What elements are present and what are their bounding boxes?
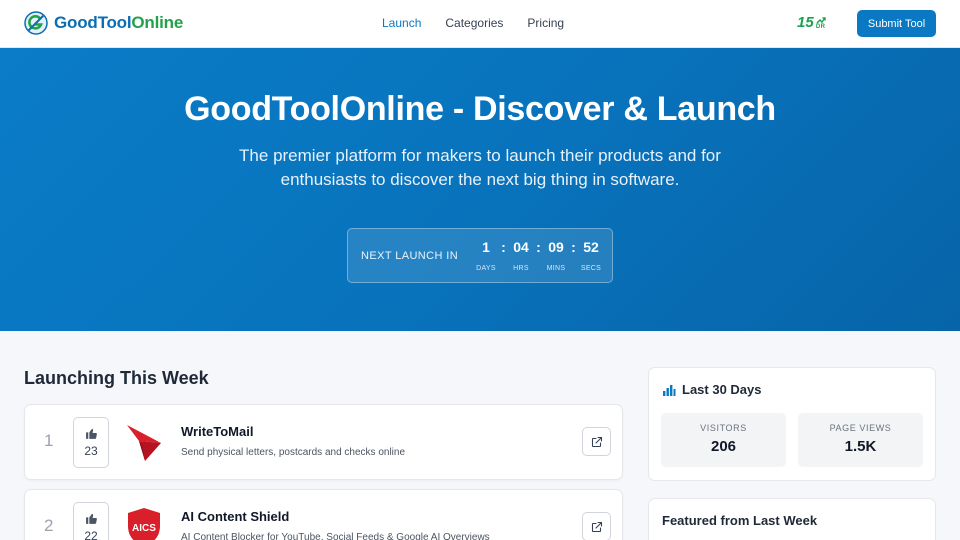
product-description: AI Content Blocker for YouTube, Social F…	[181, 532, 490, 540]
domain-rating-value: 15	[797, 14, 814, 31]
submit-tool-button[interactable]: Submit Tool	[857, 10, 936, 37]
countdown-days: 1 DAYS	[476, 239, 496, 272]
visit-website-button[interactable]	[582, 427, 611, 456]
visitors-label: VISITORS	[700, 423, 747, 433]
site-header: GoodToolOnline Launch Categories Pricing…	[0, 0, 960, 48]
upvote-count: 23	[84, 444, 98, 458]
nav-link-categories[interactable]: Categories	[445, 16, 503, 30]
paper-plane-icon	[127, 425, 161, 461]
visitors-stat: VISITORS 206	[661, 413, 786, 467]
countdown-hours: 04 HRS	[513, 239, 529, 272]
nav-link-pricing[interactable]: Pricing	[527, 16, 564, 30]
trend-up-icon	[816, 17, 826, 24]
page-views-value: 1.5K	[844, 438, 877, 455]
domain-rating-label: DR	[815, 24, 826, 30]
product-name[interactable]: AI Content Shield	[181, 509, 289, 524]
section-title-launching: Launching This Week	[24, 368, 209, 388]
stats-title: Last 30 Days	[682, 382, 762, 397]
domain-rating-badge: 15 DR	[797, 14, 826, 31]
visitors-value: 206	[710, 438, 737, 455]
featured-panel: Featured from Last Week	[648, 498, 936, 540]
thumbs-up-icon	[85, 428, 97, 439]
hero-banner: GoodToolOnline - Discover & Launch The p…	[0, 48, 960, 331]
product-card[interactable]: 2 22 AICS AI Content Shield AI Content B…	[24, 489, 623, 540]
product-description: Send physical letters, postcards and che…	[181, 447, 406, 458]
product-name[interactable]: WriteToMail	[181, 424, 253, 439]
stats-panel: Last 30 Days VISITORS 206 PAGE VIEWS 1.5…	[648, 367, 936, 481]
product-card[interactable]: 1 23 WriteToMail Send physical letters, …	[24, 404, 623, 480]
countdown-separator: :	[571, 239, 576, 255]
main-nav: Launch Categories Pricing	[382, 16, 564, 30]
logo-icon	[24, 11, 48, 35]
bar-chart-icon	[663, 384, 676, 396]
hero-subtitle: The premier platform for makers to launc…	[239, 146, 721, 189]
external-link-icon	[591, 436, 602, 447]
countdown-separator: :	[501, 239, 506, 255]
logo-text: GoodToolOnline	[54, 13, 184, 32]
upvote-button[interactable]: 23	[73, 417, 109, 468]
product-logo-text: AICS	[132, 523, 156, 534]
external-link-icon	[591, 521, 602, 532]
featured-title: Featured from Last Week	[662, 513, 818, 528]
thumbs-up-icon	[85, 513, 97, 524]
launch-countdown: NEXT LAUNCH IN 1 DAYS : 04 HRS : 09 MINS…	[347, 228, 613, 283]
product-rank: 1	[44, 431, 54, 450]
countdown-minutes: 09 MINS	[546, 239, 566, 272]
countdown-seconds: 52 SECS	[580, 239, 602, 272]
upvote-count: 22	[84, 529, 98, 540]
hero-title: GoodToolOnline - Discover & Launch	[184, 90, 776, 128]
visit-website-button[interactable]	[582, 512, 611, 540]
site-logo[interactable]: GoodToolOnline	[24, 11, 183, 35]
countdown-label: NEXT LAUNCH IN	[361, 249, 459, 262]
page-views-label: PAGE VIEWS	[829, 423, 892, 433]
nav-link-launch[interactable]: Launch	[382, 16, 421, 30]
countdown-separator: :	[536, 239, 541, 255]
shield-icon: AICS	[128, 508, 160, 540]
page-views-stat: PAGE VIEWS 1.5K	[798, 413, 923, 467]
product-rank: 2	[44, 516, 54, 535]
upvote-button[interactable]: 22	[73, 502, 109, 540]
